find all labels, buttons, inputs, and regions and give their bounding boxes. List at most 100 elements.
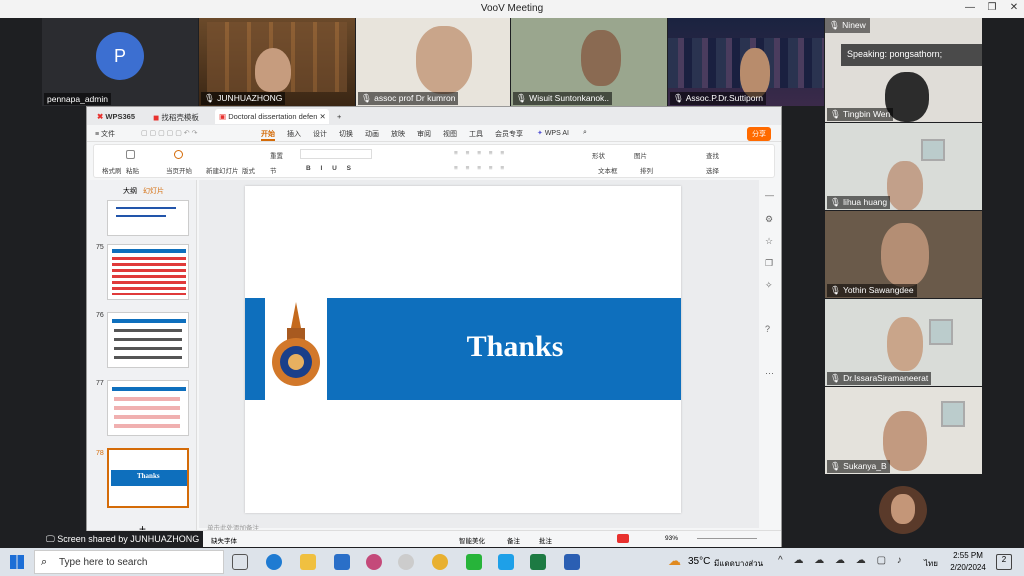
collapse-icon[interactable]: — [765,190,774,200]
star-icon[interactable]: ☆ [765,236,773,247]
file-menu[interactable]: ≡ 文件 [95,129,115,139]
quick-access-icons[interactable]: ▢ ▢ ▢ ▢ ▢ ↶ ↷ [141,129,197,137]
property-icon[interactable]: ⚙ [765,214,773,225]
search-icon[interactable]: ⌕ [583,129,587,137]
menu-member[interactable]: 会员专享 [495,129,523,139]
notes-button[interactable]: 备注 [507,535,520,545]
close-icon[interactable]: ✕ [1006,2,1022,16]
wps-ai-button[interactable]: ✦ WPS AI [537,129,569,137]
participant-tile-wisuit[interactable]: 🎙 Wisuit Suntonkanok.. [511,18,667,106]
comments-button[interactable]: 批注 [539,535,552,545]
slide-thumbnail[interactable] [107,312,189,368]
participant-tile-sukanya[interactable]: 🎙 Sukanya_B [825,387,982,474]
wps-logo-icon: ✖ [97,112,104,121]
paste-button[interactable]: 粘贴 [126,165,139,175]
participant-tile-lihua[interactable]: 🎙 lihua huang [825,123,982,210]
menu-review[interactable]: 审阅 [417,129,431,139]
avatar[interactable] [879,486,927,534]
restore-icon[interactable]: ❐ [984,2,1000,16]
thumb-line [116,207,176,209]
tab-wps365[interactable]: ✖ WPS365 [93,109,139,124]
word-icon[interactable] [564,554,580,570]
play-current-button[interactable]: 当页开始 [166,165,192,175]
participant-tile-junhuazhong[interactable]: 🎙 JUNHUAZHONG [199,18,355,106]
participant-name: 🎙 lihua huang [827,196,891,209]
outline-tab[interactable]: 大纲 [123,186,137,196]
participant-name: 🎙 Tingbin Wen [827,108,894,121]
menu-animation[interactable]: 动画 [365,129,379,139]
find-button[interactable]: 查找 [706,150,719,160]
share-button[interactable]: 分享 [747,127,771,141]
menu-home[interactable]: 开始 [261,129,275,141]
participant-video [740,48,770,98]
app-icon[interactable] [398,554,414,570]
animation-icon[interactable]: ✧ [765,280,773,291]
font-style-buttons[interactable]: B I U S [306,165,355,172]
clock[interactable]: 2:55 PM 2/20/2024 [948,551,988,572]
align-tools[interactable]: ≡ ≡ ≡ ≡ ≡ [454,165,507,172]
windows-start-icon[interactable] [10,555,24,569]
notification-icon[interactable]: 2 [996,554,1012,570]
slide-thumbnail-active[interactable]: Thanks [107,448,189,508]
slides-tab[interactable]: 幻灯片 [143,186,164,196]
chrome-icon[interactable] [432,554,448,570]
line-icon[interactable] [466,554,482,570]
menu-slideshow[interactable]: 放映 [391,129,405,139]
smart-beautify-button[interactable]: 智能美化 [459,535,485,545]
new-slide-button[interactable]: 新建幻灯片 [206,165,239,175]
menu-view[interactable]: 视图 [443,129,457,139]
thumb-content [114,397,180,429]
university-seal-icon [272,302,320,386]
search-input[interactable]: ⌕ Type here to search [34,550,224,574]
participant-tile-admin[interactable]: P pennapa_admin [42,18,198,106]
current-slide[interactable]: Thanks [245,186,681,513]
layout-button[interactable]: 版式 [242,165,255,175]
font-name-select[interactable] [300,149,372,159]
shape-button[interactable]: 形状 [592,150,605,160]
menu-transition[interactable]: 切换 [339,129,353,139]
reset-button[interactable]: 重置 [270,150,283,160]
select-button[interactable]: 选择 [706,165,719,175]
excel-icon[interactable] [530,554,546,570]
weather-temp[interactable]: 35°C [688,556,710,567]
participant-tile-ninew[interactable]: 🎙 Ninew Speaking: pongsathorn; 🎙 Tingbin… [825,18,982,122]
language-indicator[interactable]: ไทย [924,557,938,570]
zoom-slider[interactable] [697,538,757,539]
weather-desc[interactable]: มีแดดบางส่วน [714,557,763,570]
participant-tile-yothin[interactable]: 🎙 Yothin Sawangdee [825,211,982,298]
task-view-icon[interactable] [232,554,248,570]
new-tab-icon[interactable]: + [333,109,345,124]
copy-icon[interactable]: ❐ [765,258,773,269]
edge-icon[interactable] [266,554,282,570]
participant-tile-kumron[interactable]: 🎙 assoc prof Dr kumron [356,18,510,106]
section-button[interactable]: 节 [270,165,277,175]
slide-thumbnail[interactable] [107,380,189,436]
menu-design[interactable]: 设计 [313,129,327,139]
textbox-button[interactable]: 文本框 [598,165,618,175]
slide-thumbnail[interactable] [107,200,189,236]
file-explorer-icon[interactable] [300,554,316,570]
slide-thumbnail[interactable] [107,244,189,300]
format-painter-button[interactable]: 格式刷 [102,165,122,175]
participant-tile-issara[interactable]: 🎙 Dr.IssaraSiramaneerat [825,299,982,386]
picture-button[interactable]: 图片 [634,150,647,160]
tray-icons[interactable]: ^ ☁ ☁ ☁ ☁ ▢ ♪ [778,555,906,566]
tab-templates[interactable]: ◼ 找稻壳模板 [149,109,203,124]
menu-insert[interactable]: 插入 [287,129,301,139]
paragraph-tools[interactable]: ≡ ≡ ≡ ≡ ≡ [454,150,507,157]
menu-tools[interactable]: 工具 [469,129,483,139]
mail-icon[interactable] [334,554,350,570]
more-icon[interactable]: ⋯ [765,368,774,379]
participant-tile-suttiporn[interactable]: 🎙 Assoc.P.Dr.Suttiporn [668,18,824,106]
mic-icon: 🎙 [830,285,841,295]
help-icon[interactable]: ? [765,324,770,334]
missing-font-label[interactable]: 缺失字体 [211,535,237,545]
zoom-level[interactable]: 93% [665,535,678,542]
arrange-button[interactable]: 排列 [640,165,653,175]
voov-icon[interactable] [498,554,514,570]
play-slideshow-icon[interactable] [617,534,629,543]
minimize-icon[interactable]: — [962,2,978,16]
app-icon[interactable] [366,554,382,570]
tab-document[interactable]: ▣ Doctoral dissertation defen ✕ [215,109,329,124]
close-tab-icon[interactable]: ✕ [320,112,326,121]
